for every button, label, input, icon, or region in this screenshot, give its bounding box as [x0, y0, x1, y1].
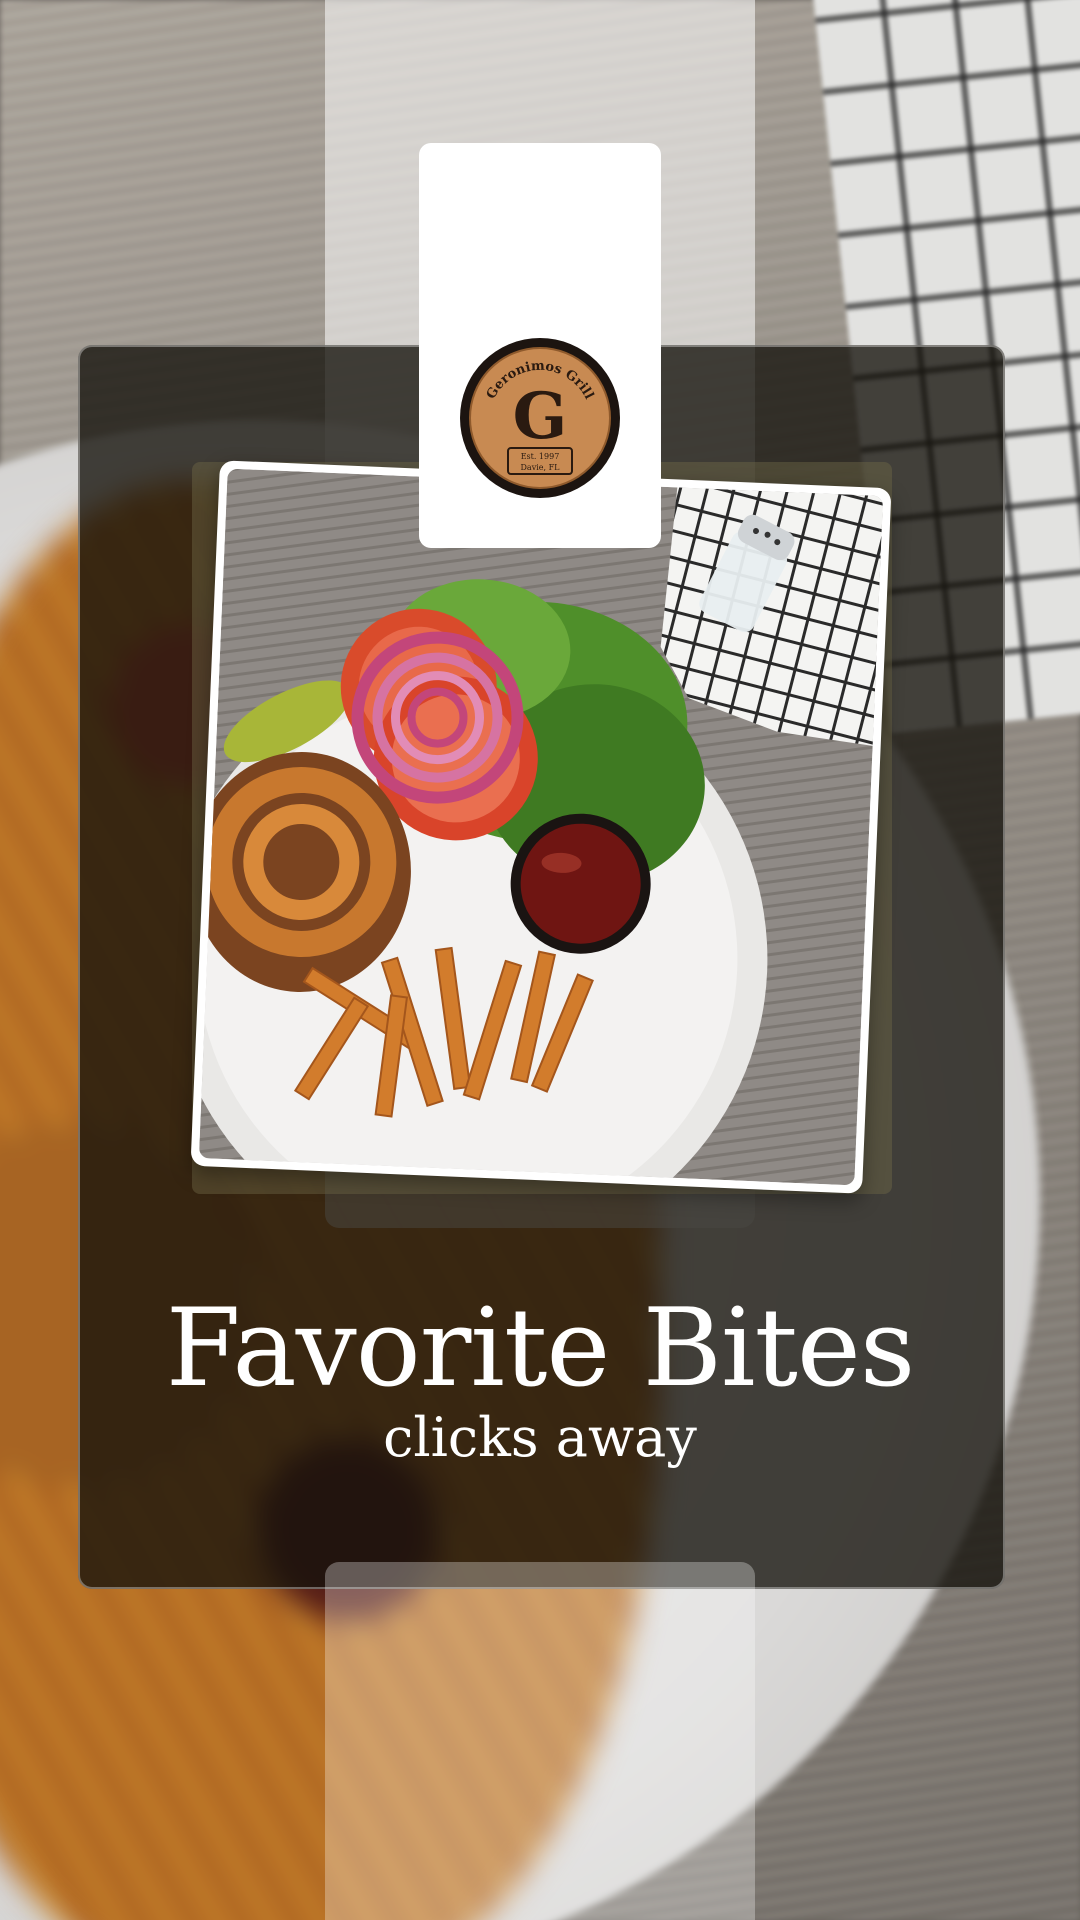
svg-text:G: G: [513, 379, 568, 454]
subheadline: clicks away: [383, 1406, 697, 1469]
svg-text:Est. 1997: Est. 1997: [521, 452, 560, 461]
geronimos-grill-logo: Geronimos Grill G Est. 1997 Davie, FL: [459, 337, 621, 499]
burger-plate-illustration: [198, 468, 884, 1186]
headline: Favorite Bites: [165, 1286, 916, 1411]
food-photo: [190, 460, 892, 1194]
svg-text:Davie, FL: Davie, FL: [521, 463, 561, 472]
translucent-strip-bottom: [325, 1562, 755, 1920]
